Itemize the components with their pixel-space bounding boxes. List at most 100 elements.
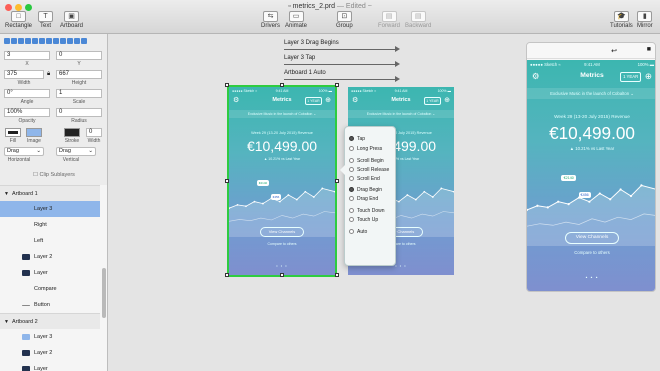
align-bottom-icon[interactable] xyxy=(39,38,45,44)
trigger-option[interactable]: Drag End xyxy=(349,195,378,203)
trigger-option[interactable]: Drag Begin xyxy=(349,186,382,194)
layer-row[interactable]: Layer 2 xyxy=(0,345,100,361)
fill-swatch[interactable] xyxy=(5,128,21,137)
toolbar-animate-button[interactable]: ▭ Animate xyxy=(285,11,307,29)
resize-handle[interactable] xyxy=(225,273,229,277)
trigger-option[interactable]: Scroll Begin xyxy=(349,157,384,165)
resize-handle[interactable] xyxy=(335,83,339,87)
back-icon[interactable]: ↩ xyxy=(611,47,617,55)
change-label: ▲ 10.21% vs Last Year xyxy=(569,145,615,151)
mirror-header: ↩ ■ xyxy=(527,43,655,59)
toolbar-rectangle-button[interactable]: □ Rectangle xyxy=(5,11,32,29)
radio-icon[interactable] xyxy=(349,208,354,213)
resize-handle[interactable] xyxy=(225,83,229,87)
radio-icon[interactable] xyxy=(349,229,354,234)
add-icon[interactable]: ⊕ xyxy=(645,71,652,82)
toolbar-artboard-button[interactable]: ▣ Artboard xyxy=(60,11,83,29)
layer-group-row[interactable]: ▼ Artboard 1 xyxy=(0,185,100,201)
chevron-down-icon: ⌄ xyxy=(36,148,41,154)
trigger-option[interactable]: Scroll End xyxy=(349,175,380,183)
horizontal-select[interactable]: Drag ⌄ xyxy=(4,147,44,156)
radio-icon[interactable] xyxy=(349,176,354,181)
layer-row[interactable]: Button xyxy=(0,297,100,313)
resize-handle[interactable] xyxy=(280,273,284,277)
distribute-3-icon[interactable] xyxy=(74,38,80,44)
x-field[interactable]: 3 xyxy=(4,51,50,60)
distribute-icon[interactable] xyxy=(60,38,66,44)
distribute-h-icon[interactable] xyxy=(46,38,52,44)
layers-scrollbar[interactable] xyxy=(102,268,106,318)
resize-handle[interactable] xyxy=(335,273,339,277)
scale-field[interactable]: 1 xyxy=(56,89,102,98)
layer-row[interactable]: Layer xyxy=(0,361,100,371)
layer-row[interactable]: Layer 3 xyxy=(0,329,100,345)
layer-row[interactable]: Right xyxy=(0,217,100,233)
width-field[interactable]: 375 xyxy=(4,70,44,79)
forward-icon: ▤ xyxy=(381,11,397,22)
mirror-screen[interactable]: ●●●●● Sketch ≈9:41 AM 100% ▬ ⚙ Metrics 1 YEA… xyxy=(527,60,655,291)
radio-icon[interactable] xyxy=(349,167,354,172)
opacity-field[interactable]: 100% xyxy=(4,108,50,117)
arrow-drag-begins[interactable] xyxy=(284,46,400,52)
resize-handle[interactable] xyxy=(280,83,284,87)
toolbar-group-button[interactable]: ⊡ Group xyxy=(336,11,353,29)
align-left-icon[interactable] xyxy=(4,38,10,44)
arrow-tap[interactable] xyxy=(284,61,400,67)
toolbar-backward-button[interactable]: ▤ Backward xyxy=(405,11,431,29)
distribute-2-icon[interactable] xyxy=(67,38,73,44)
trigger-option[interactable]: Auto xyxy=(349,228,367,236)
radius-field[interactable]: 0 xyxy=(56,108,102,117)
view-channels-button[interactable]: View Channels xyxy=(565,231,619,244)
layer-row[interactable]: Layer 2 xyxy=(0,249,100,265)
compare-link[interactable]: Compare to others xyxy=(527,250,655,255)
trigger-option[interactable]: Long Press xyxy=(349,145,382,153)
trigger-option[interactable]: Touch Down xyxy=(349,207,385,215)
toolbar-button-label: Drivers xyxy=(261,23,280,29)
camera-icon[interactable]: ■ xyxy=(647,46,651,53)
radio-icon[interactable] xyxy=(349,196,354,201)
toolbar-forward-button[interactable]: ▤ Forward xyxy=(378,11,400,29)
disclosure-triangle-icon[interactable]: ▼ xyxy=(4,186,9,202)
clip-sublayers-checkbox[interactable]: ☐ Clip Sublayers xyxy=(33,172,75,178)
angle-field[interactable]: 0° xyxy=(4,89,50,98)
stroke-swatch[interactable] xyxy=(64,128,80,137)
radio-icon[interactable] xyxy=(349,136,354,141)
layer-row[interactable]: Layer 3 xyxy=(0,201,100,217)
layer-row[interactable]: Left xyxy=(0,233,100,249)
canvas[interactable]: Layer 3 Drag Begins Layer 3 Tap Artboard… xyxy=(108,34,518,371)
align-right-icon[interactable] xyxy=(18,38,24,44)
lock-icon[interactable]: 🔒︎ xyxy=(47,71,50,78)
layer-row[interactable]: Layer xyxy=(0,265,100,281)
height-field[interactable]: 667 xyxy=(56,70,102,79)
toolbar-tutorials-button[interactable]: 🎓 Tutorials xyxy=(610,11,633,29)
distribute-v-icon[interactable] xyxy=(53,38,59,44)
resize-handle[interactable] xyxy=(225,179,229,183)
align-center-icon[interactable] xyxy=(11,38,17,44)
year-toggle[interactable]: 1 YEAR xyxy=(424,97,441,105)
trigger-option[interactable]: Touch Up xyxy=(349,216,378,224)
radio-icon[interactable] xyxy=(349,187,354,192)
radio-icon[interactable] xyxy=(349,146,354,151)
vertical-select[interactable]: Drag ⌄ xyxy=(56,147,96,156)
group-icon: ⊡ xyxy=(336,11,352,22)
radio-icon[interactable] xyxy=(349,217,354,222)
layer-group-row[interactable]: ▼ Artboard 2 xyxy=(0,313,100,329)
resize-handle[interactable] xyxy=(335,179,339,183)
trigger-option[interactable]: Tap xyxy=(349,135,365,143)
trigger-option[interactable]: Scroll Release xyxy=(349,166,389,174)
stroke-width-field[interactable]: 0 xyxy=(86,128,102,137)
toolbar-text-button[interactable]: T Text xyxy=(38,11,53,29)
arrow-auto[interactable] xyxy=(284,76,400,82)
add-icon[interactable]: ⊕ xyxy=(444,96,450,104)
align-middle-icon[interactable] xyxy=(32,38,38,44)
y-field[interactable]: 0 xyxy=(56,51,102,60)
year-toggle[interactable]: 1 YEAR xyxy=(620,72,642,82)
align-top-icon[interactable] xyxy=(25,38,31,44)
distribute-4-icon[interactable] xyxy=(81,38,87,44)
radio-icon[interactable] xyxy=(349,158,354,163)
toolbar-drivers-button[interactable]: ⇆ Drivers xyxy=(261,11,280,29)
toolbar-mirror-button[interactable]: ▮ Mirror xyxy=(637,11,653,29)
disclosure-triangle-icon[interactable]: ▼ xyxy=(4,314,9,330)
layer-row[interactable]: Compare xyxy=(0,281,100,297)
image-swatch[interactable] xyxy=(26,128,42,137)
